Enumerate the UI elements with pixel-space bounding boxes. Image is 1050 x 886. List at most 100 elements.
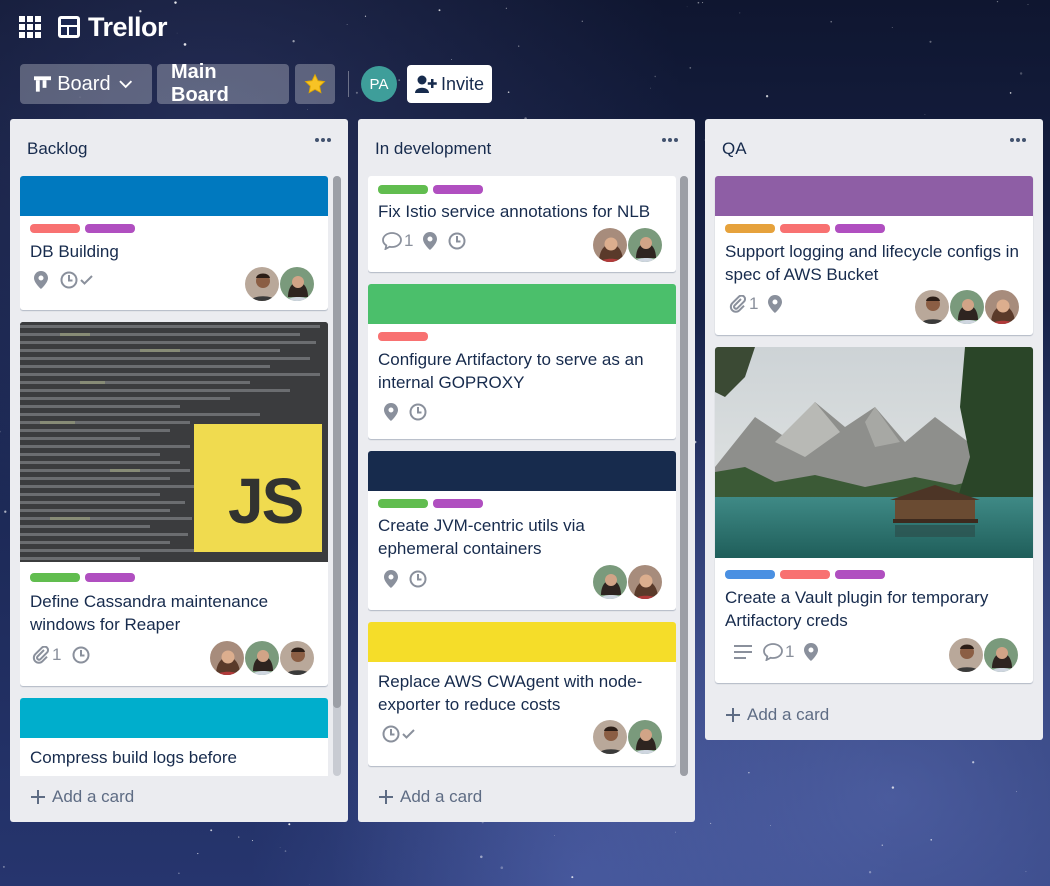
attachment-count: 1	[52, 645, 62, 664]
clock-icon	[408, 569, 428, 589]
apps-grid-icon[interactable]	[19, 16, 41, 38]
card-list: DB Building JS Define Cassandra maintena…	[20, 176, 328, 776]
list-in-development: In development Fix Istio service annotat…	[358, 119, 695, 822]
label-purple[interactable]	[85, 573, 135, 582]
card-cover	[368, 284, 676, 324]
card-title: Fix Istio service annotations for NLB	[378, 202, 651, 221]
comment-count: 1	[785, 642, 795, 661]
card-cover	[368, 622, 676, 662]
member-avatar-woman-2[interactable]	[209, 640, 245, 676]
star-board-button[interactable]	[295, 64, 335, 104]
card-support-logging[interactable]: Support logging and lifecycle configs in…	[715, 176, 1033, 335]
label-purple[interactable]	[85, 224, 135, 233]
label-red[interactable]	[30, 224, 80, 233]
label-red[interactable]	[780, 570, 830, 579]
add-card-label: Add a card	[52, 787, 135, 806]
member-avatar-man[interactable]	[914, 289, 950, 325]
label-red[interactable]	[378, 332, 428, 341]
member-avatar-woman[interactable]	[983, 637, 1019, 673]
add-card-button[interactable]: Add a card	[378, 787, 482, 807]
card-configure-artifactory[interactable]: Configure Artifactory to serve as an int…	[368, 284, 676, 439]
member-avatar-woman[interactable]	[627, 719, 663, 755]
label-green[interactable]	[378, 499, 428, 508]
add-card-button[interactable]: Add a card	[725, 705, 829, 725]
member-avatar-woman[interactable]	[592, 564, 628, 600]
due-date-check-icon	[382, 724, 418, 744]
card-members	[209, 640, 315, 676]
invite-button[interactable]: Invite	[407, 65, 492, 103]
label-purple[interactable]	[835, 570, 885, 579]
app-logo[interactable]: Trellor	[58, 10, 168, 44]
card-badges	[384, 402, 438, 422]
card-badges	[384, 569, 438, 589]
card-create-jvm-utils[interactable]: Create JVM-centric utils via ephemeral c…	[368, 451, 676, 610]
board-toolbar: Board Main Board PA Invite	[20, 61, 492, 106]
card-list: Fix Istio service annotations for NLB 1	[368, 176, 676, 776]
member-avatar-woman[interactable]	[279, 266, 315, 302]
attachment-icon: 1	[729, 294, 758, 314]
card-title: Support logging and lifecycle configs in…	[725, 242, 1019, 284]
member-avatar-man[interactable]	[592, 719, 628, 755]
card-cover-image: JS	[20, 322, 328, 562]
card-labels	[725, 570, 890, 579]
plus-icon	[726, 708, 740, 722]
more-options-icon[interactable]	[661, 135, 679, 145]
list-scrollbar[interactable]	[333, 176, 341, 776]
member-avatar-woman-2[interactable]	[627, 564, 663, 600]
card-db-building[interactable]: DB Building	[20, 176, 328, 310]
card-replace-aws-cwagent[interactable]: Replace AWS CWAgent with node-exporter t…	[368, 622, 676, 766]
list-title[interactable]: Backlog	[27, 139, 87, 159]
label-red[interactable]	[780, 224, 830, 233]
member-avatar-woman-2[interactable]	[984, 289, 1020, 325]
location-icon	[804, 643, 819, 661]
more-options-icon[interactable]	[314, 135, 332, 145]
card-badges	[382, 724, 428, 744]
card-title: Create JVM-centric utils via ephemeral c…	[378, 516, 585, 558]
label-green[interactable]	[30, 573, 80, 582]
card-badges	[34, 270, 106, 290]
card-create-vault-plugin[interactable]: Create a Vault plugin for temporary Arti…	[715, 347, 1033, 683]
label-purple[interactable]	[433, 499, 483, 508]
more-options-icon[interactable]	[1009, 135, 1027, 145]
list-title[interactable]: QA	[722, 139, 747, 159]
list-backlog: Backlog DB Building JS Define Cassandra …	[10, 119, 348, 822]
location-icon	[34, 271, 48, 289]
member-avatar-woman[interactable]	[244, 640, 280, 676]
card-labels	[725, 224, 890, 233]
card-cover	[368, 451, 676, 491]
member-avatar[interactable]: PA	[361, 66, 397, 102]
card-labels	[378, 185, 488, 194]
due-date-check-icon	[60, 270, 96, 290]
label-orange[interactable]	[725, 224, 775, 233]
member-avatar-man[interactable]	[948, 637, 984, 673]
member-avatar-woman-2[interactable]	[592, 227, 628, 263]
label-blue[interactable]	[725, 570, 775, 579]
list-title[interactable]: In development	[375, 139, 491, 159]
comment-count: 1	[404, 231, 414, 250]
scrollbar-thumb[interactable]	[680, 176, 688, 776]
label-green[interactable]	[378, 185, 428, 194]
card-labels	[30, 224, 140, 233]
plus-icon	[31, 790, 45, 804]
label-purple[interactable]	[433, 185, 483, 194]
member-avatar-man[interactable]	[244, 266, 280, 302]
card-fix-istio[interactable]: Fix Istio service annotations for NLB 1	[368, 176, 676, 272]
member-avatar-woman[interactable]	[627, 227, 663, 263]
board-name-button[interactable]: Main Board	[157, 61, 289, 106]
card-title: Compress build logs before	[30, 748, 237, 767]
scrollbar-thumb[interactable]	[333, 176, 341, 708]
card-title: Replace AWS CWAgent with node-exporter t…	[378, 672, 643, 714]
card-title: Configure Artifactory to serve as an int…	[378, 350, 644, 392]
card-badges: 1	[729, 294, 792, 314]
member-avatar-man[interactable]	[279, 640, 315, 676]
card-title: Define Cassandra maintenance windows for…	[30, 592, 269, 634]
add-card-button[interactable]: Add a card	[30, 787, 134, 807]
member-avatar-woman[interactable]	[949, 289, 985, 325]
label-purple[interactable]	[835, 224, 885, 233]
board-view-dropdown[interactable]: Board	[20, 64, 152, 104]
toolbar-divider	[348, 71, 349, 97]
card-define-cassandra[interactable]: JS Define Cassandra maintenance windows …	[20, 322, 328, 686]
location-icon	[423, 232, 438, 250]
card-compress-build-logs[interactable]: Compress build logs before	[20, 698, 328, 776]
list-scrollbar[interactable]	[680, 176, 688, 776]
